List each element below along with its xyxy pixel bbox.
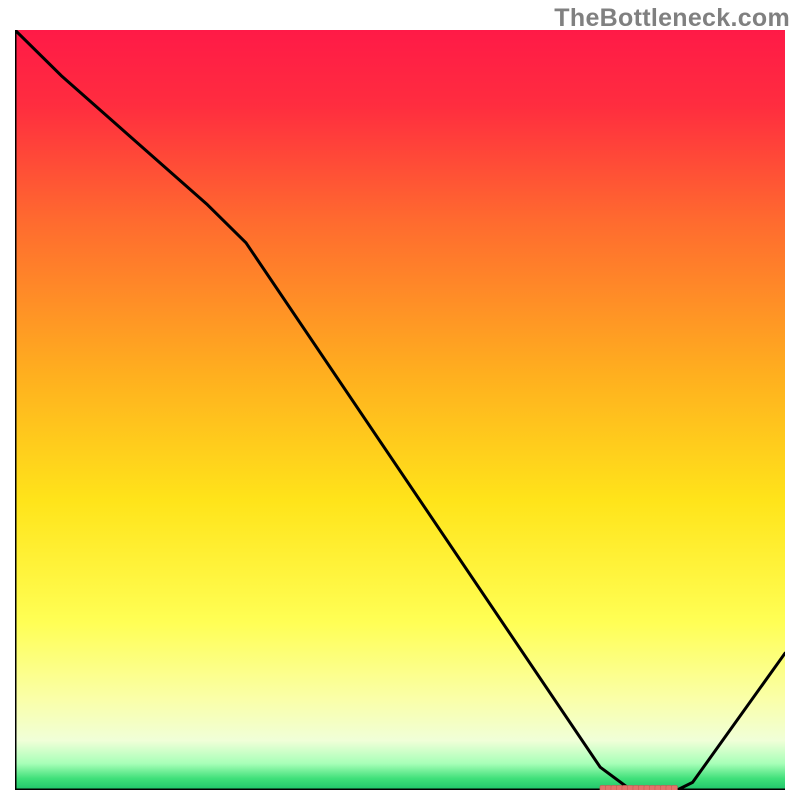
watermark-text: TheBottleneck.com: [554, 4, 790, 33]
plot-area: [15, 30, 785, 790]
chart-svg: [15, 30, 785, 790]
optimal-marker: [600, 785, 678, 790]
chart-frame: TheBottleneck.com: [0, 0, 800, 800]
gradient-background: [15, 30, 785, 790]
